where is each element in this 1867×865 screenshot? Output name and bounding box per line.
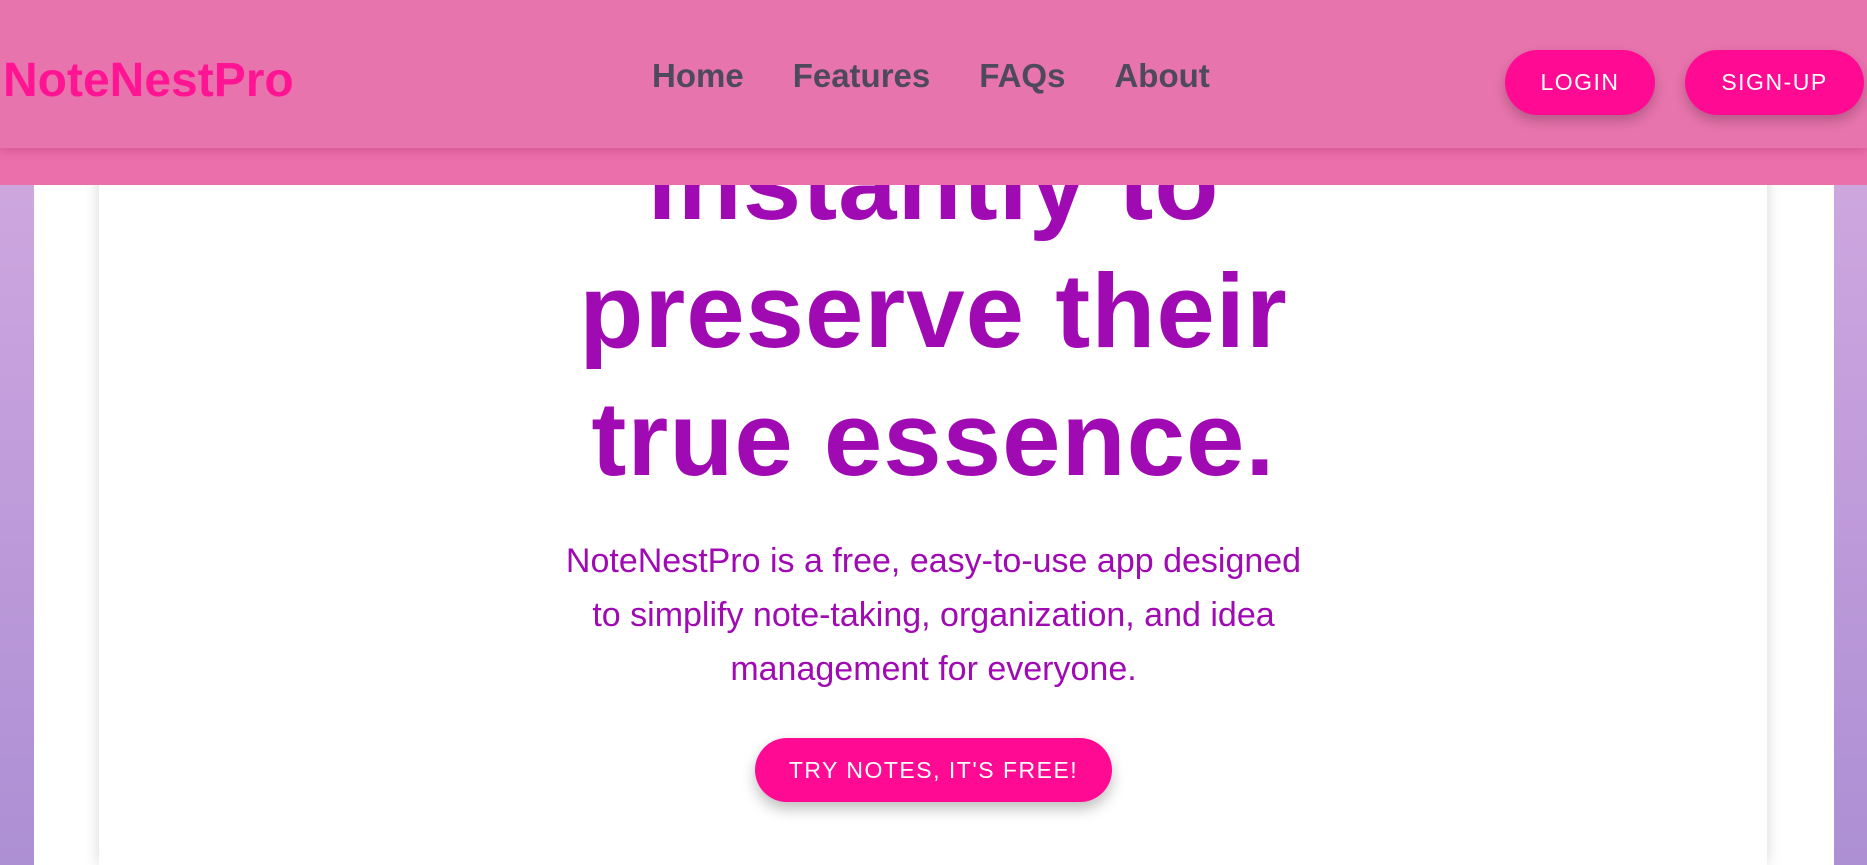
nav-link-about[interactable]: About: [1114, 54, 1209, 98]
nav-links: Home Features FAQs About: [652, 54, 1210, 98]
navbar: NoteNestPro Home Features FAQs About LOG…: [0, 0, 1867, 185]
hero-heading-line: preserve their: [579, 253, 1288, 370]
signup-button[interactable]: SIGN-UP: [1685, 50, 1864, 115]
hero-description: NoteNestPro is a free, easy-to-use app d…: [565, 542, 1302, 688]
navbar-bar: NoteNestPro Home Features FAQs About LOG…: [0, 0, 1867, 148]
hero-heading-line: true essence.: [591, 381, 1276, 498]
login-button[interactable]: LOGIN: [1505, 50, 1655, 115]
nav-link-features[interactable]: Features: [793, 54, 931, 98]
nav-link-home[interactable]: Home: [652, 54, 744, 98]
brand-logo[interactable]: NoteNestPro: [3, 52, 294, 110]
nav-link-faqs[interactable]: FAQs: [979, 54, 1065, 98]
try-notes-button[interactable]: TRY NOTES, IT'S FREE!: [754, 738, 1113, 802]
hero-section: instantly to preserve their true essence…: [0, 120, 1867, 802]
